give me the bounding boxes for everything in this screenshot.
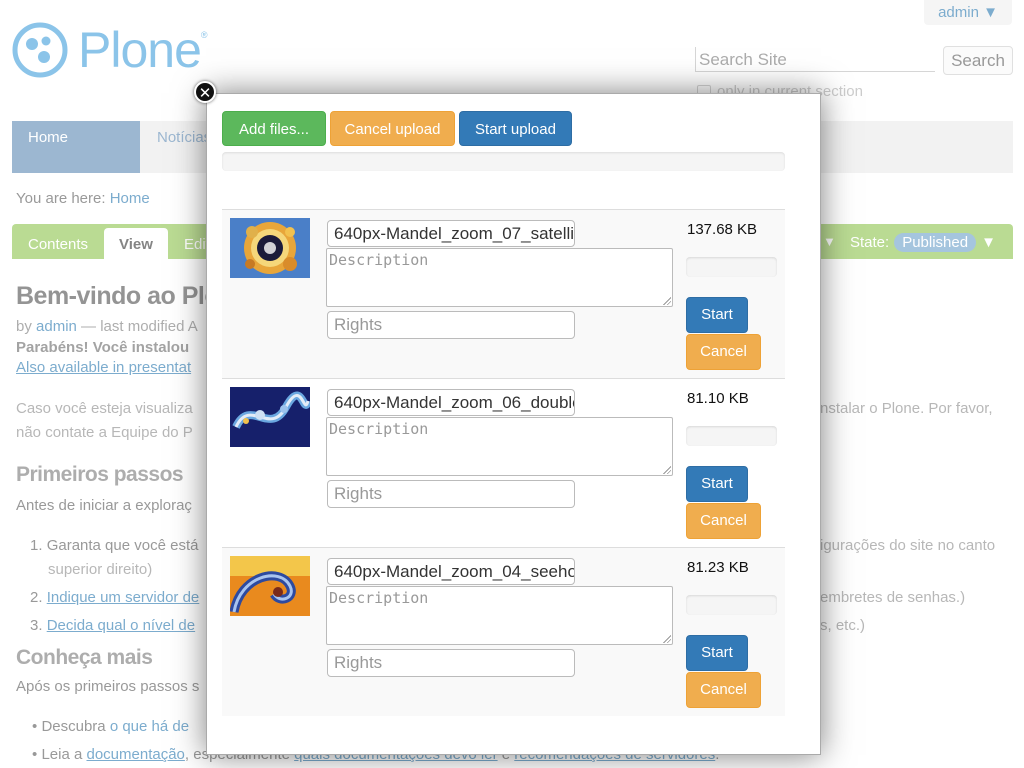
rights-input[interactable]: Rights [327, 311, 575, 339]
cancel-upload-button[interactable]: Cancel upload [330, 111, 455, 146]
file-progress-bar [686, 257, 777, 277]
filename-input[interactable]: 640px-Mandel_zoom_06_double_hook [327, 389, 575, 416]
cancel-file-button[interactable]: Cancel [686, 672, 761, 708]
rights-input[interactable]: Rights [327, 480, 575, 508]
file-thumbnail [230, 387, 310, 447]
start-upload-button[interactable]: Start upload [459, 111, 572, 146]
file-thumbnail [230, 218, 310, 278]
global-progress-bar [222, 152, 785, 171]
resize-handle-icon[interactable] [663, 466, 671, 474]
filename-input[interactable]: 640px-Mandel_zoom_04_seehorse_tail [327, 558, 575, 585]
file-row: 640px-Mandel_zoom_06_double_hook Descrip… [222, 378, 785, 547]
filename-input[interactable]: 640px-Mandel_zoom_07_satellite [327, 220, 575, 247]
close-icon[interactable]: ✕ [194, 81, 216, 103]
description-textarea[interactable]: Description [326, 417, 673, 476]
description-placeholder: Description [329, 420, 429, 438]
cancel-file-button[interactable]: Cancel [686, 334, 761, 370]
file-size: 81.23 KB [687, 559, 749, 576]
file-row: 640px-Mandel_zoom_07_satellite Descripti… [222, 209, 785, 378]
description-textarea[interactable]: Description [326, 248, 673, 307]
add-files-button[interactable]: Add files... [222, 111, 326, 146]
start-file-button[interactable]: Start [686, 466, 748, 502]
file-progress-bar [686, 595, 777, 615]
file-thumbnail [230, 556, 310, 616]
resize-handle-icon[interactable] [663, 297, 671, 305]
description-placeholder: Description [329, 589, 429, 607]
rights-input[interactable]: Rights [327, 649, 575, 677]
start-file-button[interactable]: Start [686, 297, 748, 333]
file-size: 137.68 KB [687, 221, 758, 238]
file-row: 640px-Mandel_zoom_04_seehorse_tail Descr… [222, 547, 785, 716]
file-list: 640px-Mandel_zoom_07_satellite Descripti… [222, 209, 785, 717]
file-progress-bar [686, 426, 777, 446]
description-textarea[interactable]: Description [326, 586, 673, 645]
cancel-file-button[interactable]: Cancel [686, 503, 761, 539]
start-file-button[interactable]: Start [686, 635, 748, 671]
file-size: 81.10 KB [687, 390, 749, 407]
resize-handle-icon[interactable] [663, 635, 671, 643]
description-placeholder: Description [329, 251, 429, 269]
